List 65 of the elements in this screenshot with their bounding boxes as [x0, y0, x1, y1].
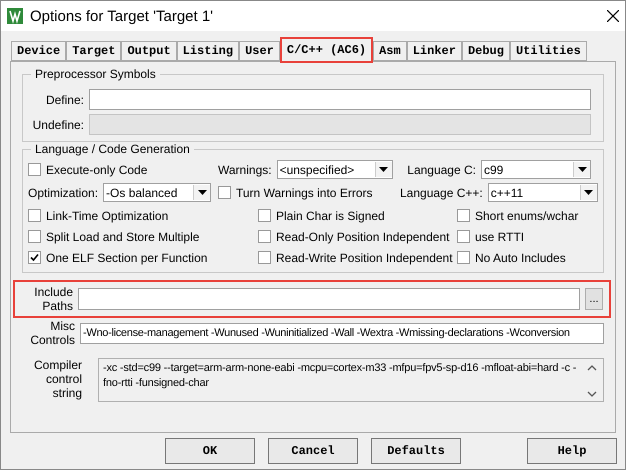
checkbox[interactable] [28, 209, 41, 222]
dropdown[interactable]: -Os balanced [103, 183, 212, 202]
checkbox[interactable] [28, 163, 41, 176]
caret-icon [578, 167, 586, 172]
dialog-button[interactable]: Cancel [268, 438, 358, 464]
option-label: Link-Time Optimization [46, 208, 168, 222]
tab[interactable]: Target [66, 41, 122, 61]
option-label: Optimization: [28, 186, 98, 200]
tab[interactable]: Listing [176, 41, 240, 61]
option-label: Read-Write Position Independent [276, 250, 453, 264]
app-icon [7, 8, 23, 24]
tab[interactable]: Output [121, 41, 177, 61]
browse-button[interactable]: ... [585, 288, 603, 310]
tab[interactable]: Debug [462, 41, 510, 61]
caret-icon [198, 190, 207, 195]
checkbox[interactable] [28, 251, 41, 264]
scroll-up-icon[interactable] [587, 365, 597, 371]
window-title: Options for Target 'Target 1' [30, 8, 214, 24]
dropdown[interactable]: <unspecified> [276, 160, 393, 179]
option-label: Language C: [407, 162, 476, 176]
help-button[interactable]: Help [527, 438, 617, 464]
option-label: Plain Char is Signed [276, 208, 385, 222]
checkbox[interactable] [218, 186, 231, 199]
option-label: Split Load and Store Multiple [46, 230, 200, 244]
tab[interactable]: Utilities [510, 41, 587, 61]
checkbox[interactable] [258, 230, 271, 243]
checkbox[interactable] [457, 230, 470, 243]
caret-icon [379, 167, 388, 172]
option-label: use RTTI [475, 230, 524, 244]
option-label: Language C++: [400, 186, 483, 200]
option-label: One ELF Section per Function [46, 250, 208, 264]
field-label: Include Paths [33, 285, 73, 313]
dropdown[interactable]: c++11 [488, 183, 598, 202]
checkbox[interactable] [457, 251, 470, 264]
option-label: Short enums/wchar [475, 208, 578, 222]
tab[interactable]: Asm [373, 41, 407, 61]
checkbox[interactable] [28, 230, 41, 243]
scroll-down-icon[interactable] [587, 391, 597, 397]
input-field[interactable] [78, 288, 580, 310]
option-label: No Auto Includes [475, 250, 566, 264]
field-label: Compiler control string [32, 358, 82, 400]
option-label: Warnings: [218, 162, 272, 176]
dropdown[interactable]: c99 [481, 160, 591, 179]
input-field[interactable] [89, 89, 591, 110]
caret-icon [584, 190, 594, 195]
input-field[interactable]: -Wno-license-management -Wunused -Wuninitialized -Wall -Wextra -Wmissing-declarations -Wconversion [80, 322, 604, 344]
checkbox[interactable] [457, 209, 470, 222]
dialog-button[interactable]: OK [165, 438, 255, 464]
tab[interactable]: C/C++ (AC6) [280, 37, 374, 63]
checkbox[interactable] [258, 251, 271, 264]
option-label: Turn Warnings into Errors [236, 186, 372, 200]
tab[interactable]: User [239, 41, 280, 61]
field-label: Undefine: [32, 118, 84, 132]
checkbox[interactable] [258, 209, 271, 222]
tab[interactable]: Linker [406, 41, 462, 61]
dialog-button[interactable]: Defaults [371, 438, 461, 464]
field-label: Misc Controls [29, 319, 75, 347]
group-title: Preprocessor Symbols [31, 67, 160, 81]
tab[interactable]: Device [11, 41, 66, 61]
group-title: Language / Code Generation [31, 142, 194, 156]
compiler-string: -xc -std=c99 --target=arm-arm-none-eabi -mcpu=cortex-m33 -mfpu=fpv5-sp-d16 -mfloat-abi=hard -c -fno-rtti -funsigned-char [103, 361, 578, 391]
option-label: Execute-only Code [46, 162, 148, 176]
field-label: Define: [44, 92, 84, 106]
close-icon[interactable] [607, 10, 619, 22]
option-label: Read-Only Position Independent [276, 230, 450, 244]
